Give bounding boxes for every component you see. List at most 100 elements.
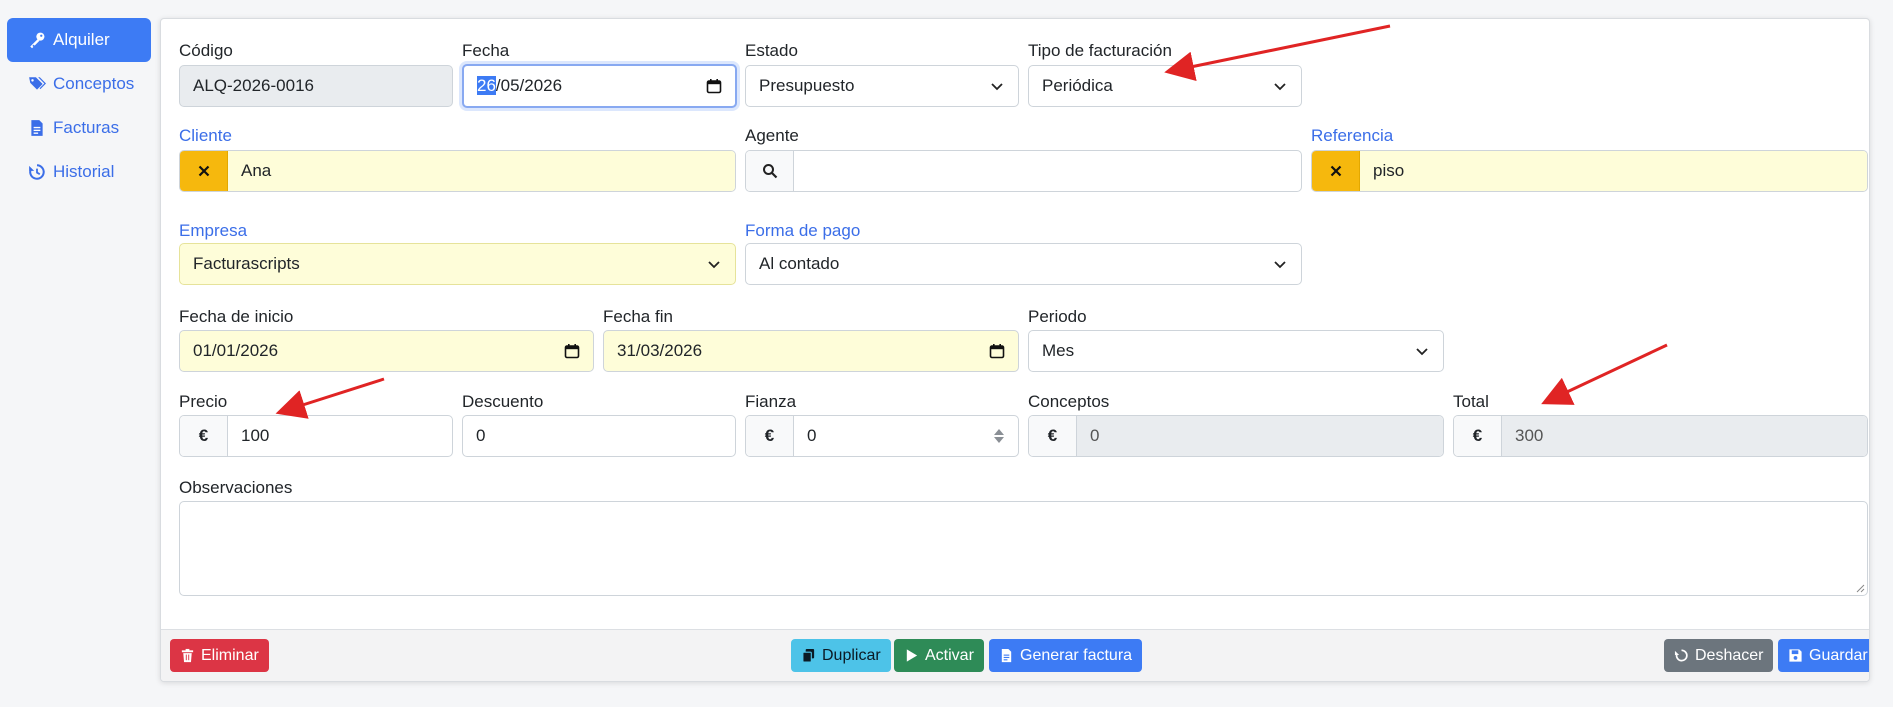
sidebar-item-historial[interactable]: Historial — [7, 150, 151, 194]
conceptos-value: 0 — [1077, 416, 1443, 456]
empresa-value: Facturascripts — [193, 254, 300, 273]
sidebar-item-alquiler[interactable]: Alquiler — [7, 18, 151, 62]
search-agente-button[interactable] — [746, 151, 794, 191]
descuento-input[interactable]: 0 — [462, 415, 736, 457]
conceptos-field: € 0 — [1028, 415, 1444, 457]
chevron-down-icon — [706, 256, 722, 272]
sidebar-item-label: Historial — [53, 162, 115, 181]
eliminar-label: Eliminar — [201, 646, 259, 664]
chevron-down-icon — [1272, 78, 1288, 94]
calendar-icon[interactable] — [989, 343, 1005, 359]
resize-grip-icon[interactable] — [1855, 583, 1865, 593]
referencia-label[interactable]: Referencia — [1311, 126, 1393, 146]
periodo-label: Periodo — [1028, 307, 1087, 326]
forma-pago-label[interactable]: Forma de pago — [745, 221, 860, 241]
search-icon — [762, 164, 777, 179]
total-field: € 300 — [1453, 415, 1868, 457]
activar-button[interactable]: Activar — [894, 639, 984, 672]
chevron-down-icon — [989, 78, 1005, 94]
fecha-inicio-label: Fecha de inicio — [179, 307, 294, 326]
generar-factura-label: Generar factura — [1020, 646, 1133, 664]
cliente-value: Ana — [228, 151, 735, 191]
close-icon — [198, 165, 209, 177]
save-icon — [1789, 649, 1802, 662]
descuento-value: 0 — [476, 426, 486, 445]
chevron-down-icon — [1414, 343, 1430, 359]
tipo-facturacion-value: Periódica — [1042, 76, 1113, 95]
fecha-fin-value: 31/03/2026 — [617, 341, 703, 360]
fecha-rest: /05/2026 — [495, 76, 563, 95]
tipo-facturacion-label: Tipo de facturación — [1028, 41, 1172, 60]
form-footer: Eliminar Duplicar Activar Generar factur… — [161, 629, 1869, 681]
fecha-inicio-date-input[interactable]: 01/01/2026 — [179, 330, 594, 372]
stepper-down-icon[interactable] — [994, 437, 1004, 443]
tipo-facturacion-select[interactable]: Periódica — [1028, 65, 1302, 107]
history-icon — [27, 162, 47, 182]
deshacer-button[interactable]: Deshacer — [1664, 639, 1774, 672]
calendar-icon[interactable] — [564, 343, 580, 359]
empresa-label[interactable]: Empresa — [179, 221, 247, 241]
guardar-button[interactable]: Guardar — [1778, 639, 1869, 672]
sidebar-item-label: Facturas — [53, 118, 120, 137]
fecha-inicio-value: 01/01/2026 — [193, 341, 279, 360]
activar-label: Activar — [925, 646, 974, 664]
precio-field[interactable]: € 100 — [179, 415, 453, 457]
copy-icon — [802, 648, 815, 663]
estado-label: Estado — [745, 41, 798, 60]
trash-icon — [181, 648, 194, 663]
euro-addon: € — [1454, 416, 1502, 456]
sidebar-item-conceptos[interactable]: Conceptos — [7, 62, 151, 106]
precio-value[interactable]: 100 — [228, 416, 452, 456]
cliente-label[interactable]: Cliente — [179, 126, 232, 146]
duplicar-button[interactable]: Duplicar — [791, 639, 891, 672]
empresa-select[interactable]: Facturascripts — [179, 243, 736, 285]
fecha-selected-segment: 26 — [477, 76, 496, 95]
close-icon — [1330, 165, 1341, 177]
cliente-field[interactable]: Ana — [179, 150, 736, 192]
eliminar-button[interactable]: Eliminar — [170, 639, 269, 672]
referencia-value: piso — [1360, 151, 1867, 191]
descuento-label: Descuento — [462, 392, 544, 411]
rental-form-card: Código ALQ-2026-0016 Fecha 26/05/2026 Es… — [160, 18, 1870, 682]
stepper-up-icon[interactable] — [994, 429, 1004, 435]
codigo-field[interactable]: ALQ-2026-0016 — [179, 65, 453, 107]
fecha-date-input[interactable]: 26/05/2026 — [462, 64, 737, 108]
number-stepper[interactable] — [993, 429, 1005, 443]
estado-value: Presupuesto — [759, 76, 855, 95]
key-icon — [27, 30, 47, 50]
fianza-number-input[interactable]: 0 — [794, 416, 1018, 456]
generar-factura-button[interactable]: Generar factura — [989, 639, 1143, 672]
precio-label: Precio — [179, 392, 228, 411]
fianza-field[interactable]: € 0 — [745, 415, 1019, 457]
observaciones-textarea[interactable] — [179, 501, 1868, 596]
forma-pago-select[interactable]: Al contado — [745, 243, 1302, 285]
calendar-icon[interactable] — [706, 78, 722, 94]
total-value: 300 — [1502, 416, 1867, 456]
estado-select[interactable]: Presupuesto — [745, 65, 1019, 107]
clear-referencia-button[interactable] — [1312, 151, 1360, 191]
sidebar-item-label: Conceptos — [53, 74, 135, 93]
observaciones-label: Observaciones — [179, 478, 293, 497]
referencia-field[interactable]: piso — [1311, 150, 1868, 192]
chevron-down-icon — [1272, 256, 1288, 272]
fecha-fin-date-input[interactable]: 31/03/2026 — [603, 330, 1019, 372]
euro-addon: € — [1029, 416, 1077, 456]
fecha-fin-label: Fecha fin — [603, 307, 673, 326]
invoice-file-icon — [27, 118, 47, 138]
codigo-value: ALQ-2026-0016 — [193, 76, 314, 95]
tags-icon — [27, 74, 47, 94]
agente-field[interactable] — [745, 150, 1302, 192]
agente-value[interactable] — [794, 151, 1301, 191]
play-icon — [906, 649, 918, 662]
guardar-label: Guardar — [1809, 646, 1868, 664]
undo-icon — [1674, 649, 1688, 662]
fianza-value: 0 — [807, 426, 817, 445]
euro-addon: € — [746, 416, 794, 456]
euro-addon: € — [180, 416, 228, 456]
clear-cliente-button[interactable] — [180, 151, 228, 191]
codigo-label: Código — [179, 41, 233, 60]
sidebar-item-facturas[interactable]: Facturas — [7, 106, 151, 150]
total-label: Total — [1453, 392, 1489, 411]
periodo-select[interactable]: Mes — [1028, 330, 1444, 372]
agente-label: Agente — [745, 126, 799, 145]
